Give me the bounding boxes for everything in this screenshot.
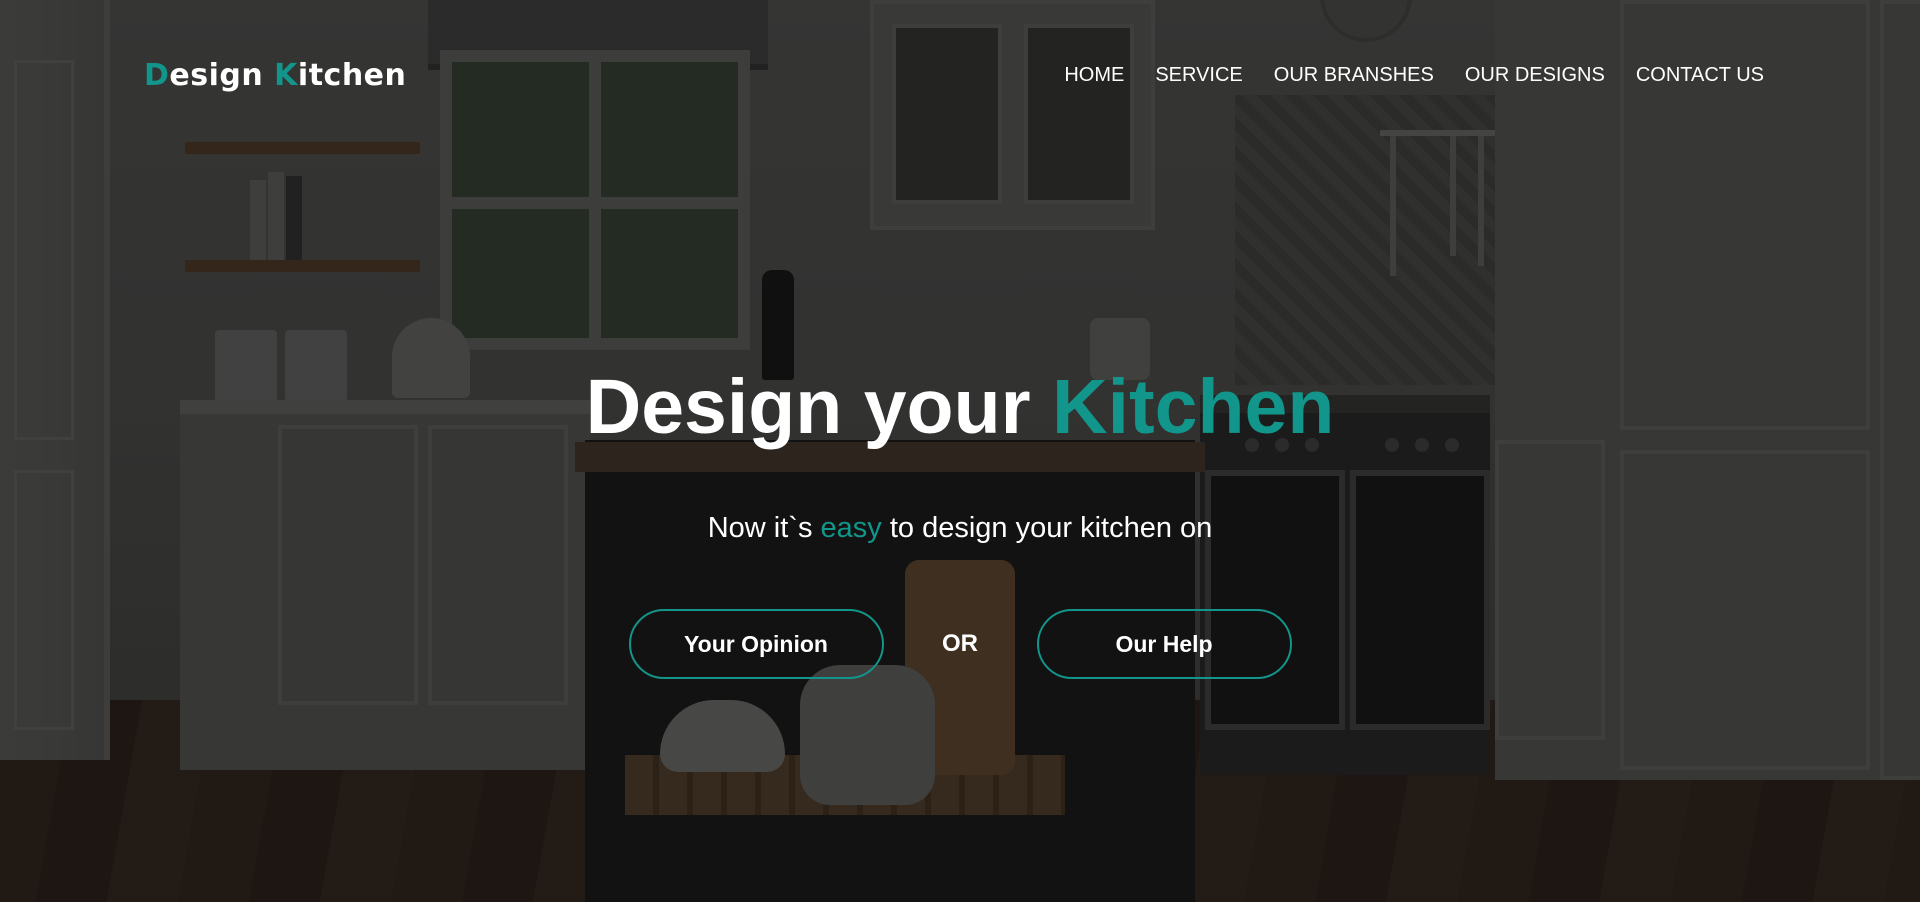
nav-our-branshes[interactable]: OUR BRANSHES: [1274, 63, 1434, 87]
hero-subtitle: Now it`s easy to design your kitchen on: [0, 511, 1920, 545]
logo-text: itchen: [297, 58, 407, 93]
main-nav: HOME SERVICE OUR BRANSHES OUR DESIGNS CO…: [1033, 63, 1764, 87]
hero-title: Design your Kitchen: [0, 362, 1920, 452]
logo-text: esign: [169, 58, 275, 93]
nav-our-designs[interactable]: OUR DESIGNS: [1465, 63, 1605, 87]
hero-title-accent: Kitchen: [1052, 364, 1335, 450]
hero-subtitle-text: to design your kitchen on: [881, 512, 1213, 544]
our-help-button[interactable]: Our Help: [1036, 609, 1292, 679]
site-logo[interactable]: Design Kitchen: [144, 58, 406, 93]
nav-home[interactable]: HOME: [1064, 63, 1124, 87]
cta-row: Your Opinion OR Our Help: [0, 609, 1920, 679]
logo-initial: D: [144, 58, 170, 93]
hero-subtitle-text: Now it`s: [707, 512, 821, 544]
logo-initial: K: [274, 58, 298, 93]
or-separator: OR: [942, 630, 978, 657]
nav-contact-us[interactable]: CONTACT US: [1636, 63, 1764, 87]
hero-subtitle-accent: easy: [820, 512, 882, 544]
nav-service[interactable]: SERVICE: [1155, 63, 1242, 87]
your-opinion-button[interactable]: Your Opinion: [628, 609, 884, 679]
hero-title-text: Design your: [585, 364, 1052, 450]
